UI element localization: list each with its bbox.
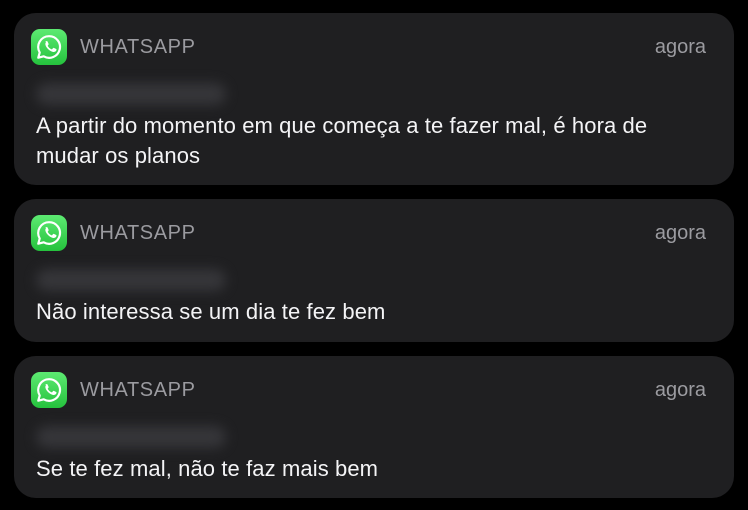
notification-message: Se te fez mal, não te faz mais bem bbox=[36, 456, 379, 481]
sender-name-blurred bbox=[36, 269, 226, 291]
app-name: WHATSAPP bbox=[80, 36, 196, 58]
notification-message: Não interessa se um dia te fez bem bbox=[36, 299, 386, 324]
notification-time: agora bbox=[654, 379, 706, 401]
app-name: WHATSAPP bbox=[80, 222, 196, 244]
whatsapp-icon bbox=[31, 215, 67, 251]
sender-name-blurred bbox=[36, 83, 226, 105]
notification-card[interactable]: WHATSAPP agora Não interessa se um dia t… bbox=[14, 199, 734, 342]
notification-card[interactable]: WHATSAPP agora A partir do momento em qu… bbox=[14, 13, 734, 185]
whatsapp-icon bbox=[31, 29, 67, 65]
app-name: WHATSAPP bbox=[80, 379, 196, 401]
whatsapp-icon bbox=[31, 372, 67, 408]
notification-card[interactable]: WHATSAPP agora Se te fez mal, não te faz… bbox=[14, 356, 734, 498]
notification-time: agora bbox=[654, 222, 706, 244]
notification-stack: WHATSAPP agora A partir do momento em qu… bbox=[0, 0, 748, 510]
notification-time: agora bbox=[654, 36, 706, 58]
sender-name-blurred bbox=[36, 426, 226, 448]
notification-message: A partir do momento em que começa a te f… bbox=[36, 113, 648, 168]
